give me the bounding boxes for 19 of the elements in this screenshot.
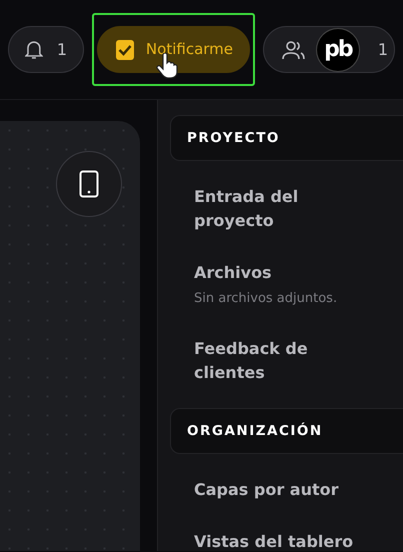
members-button[interactable]: pb 1 bbox=[263, 26, 395, 73]
phone-icon bbox=[79, 170, 99, 198]
menu-item[interactable]: Capas por autor bbox=[170, 478, 403, 502]
item-subtitle: Sin archivos adjuntos. bbox=[193, 290, 338, 308]
section-header: ORGANIZACIÓN bbox=[170, 408, 403, 454]
notification-count: 1 bbox=[56, 38, 67, 60]
notifications-button[interactable]: 1 bbox=[8, 26, 84, 73]
users-icon bbox=[282, 40, 306, 60]
avatar: pb bbox=[316, 28, 360, 72]
checkbox[interactable] bbox=[116, 40, 134, 60]
notify-toggle[interactable]: Notificarme bbox=[97, 26, 250, 73]
menu-item[interactable]: Vistas del tablero bbox=[170, 530, 403, 552]
menu-item[interactable]: Feedback de clientes bbox=[170, 336, 403, 385]
menu-item[interactable]: Entrada del proyecto bbox=[170, 185, 403, 234]
bell-icon bbox=[25, 40, 43, 60]
hand-cursor-icon bbox=[156, 53, 178, 79]
menu-item[interactable]: Archivos bbox=[170, 261, 403, 286]
member-count: 1 bbox=[378, 38, 388, 60]
section-header: PROYECTO bbox=[170, 115, 403, 162]
